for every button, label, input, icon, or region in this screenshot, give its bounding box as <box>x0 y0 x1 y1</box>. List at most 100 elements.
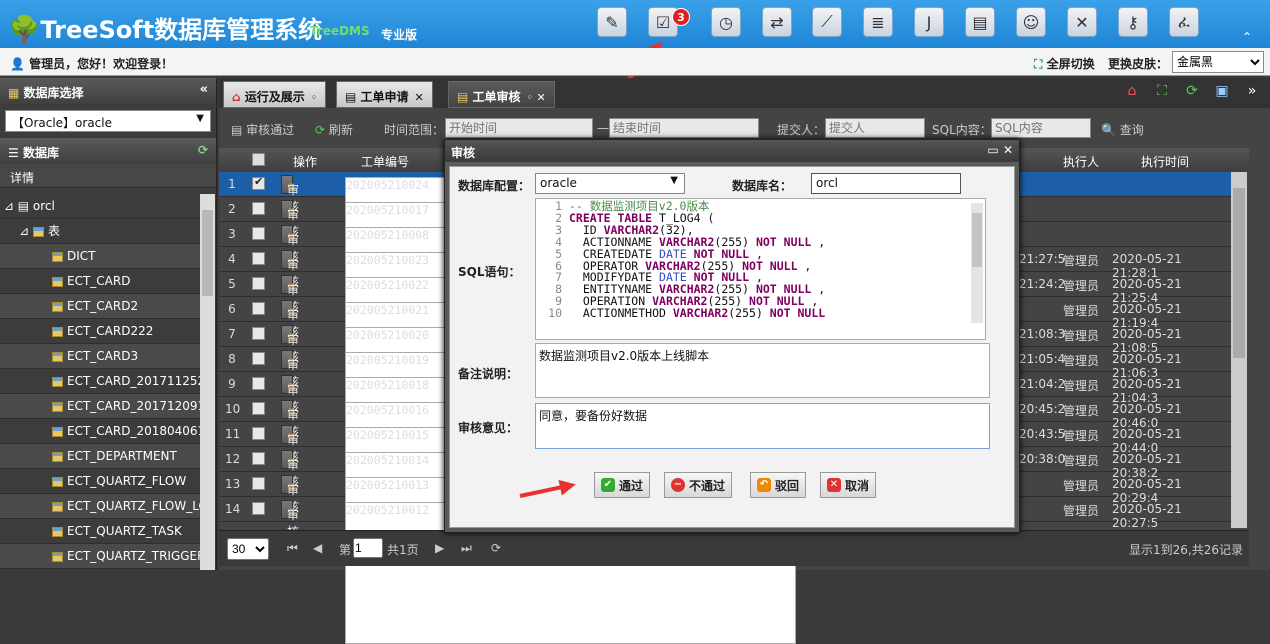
submitter-input[interactable] <box>825 118 925 138</box>
tree-table-item[interactable]: ECT_CARD3 <box>0 344 200 369</box>
tree-table-item[interactable]: ECT_CARD_2017120915 <box>0 394 200 419</box>
review-button[interactable]: ✎ 审核 <box>281 475 299 514</box>
row-checkbox[interactable] <box>252 477 265 490</box>
row-checkbox[interactable] <box>252 202 265 215</box>
grid-scrollbar[interactable] <box>1231 172 1247 528</box>
refresh-tree-icon[interactable]: ⟳ <box>198 143 208 157</box>
tree-table-item[interactable]: ECT_CARD222 <box>0 319 200 344</box>
edit-icon[interactable]: ✎ <box>597 7 627 37</box>
row-checkbox[interactable] <box>252 352 265 365</box>
chart-icon[interactable]: ⟋ <box>812 7 842 37</box>
refresh-button[interactable]: ⟳ 刷新 <box>315 121 353 138</box>
row-checkbox[interactable] <box>252 277 265 290</box>
review-button[interactable]: ✎ 审核 <box>281 400 299 439</box>
grid-scrollbar-thumb[interactable] <box>1233 188 1245 358</box>
collapse-up-icon[interactable]: ⌃ <box>1242 30 1252 44</box>
exchange-icon[interactable]: ⇄ <box>762 7 792 37</box>
reload-icon[interactable]: ⟳ <box>491 541 501 555</box>
approve-button[interactable]: ▤ 审核通过 <box>231 121 294 138</box>
key-icon[interactable]: ⚷ <box>1118 7 1148 37</box>
review-button[interactable]: ✎ 审核 <box>281 200 299 239</box>
tree-table-item[interactable]: DICT <box>0 244 200 269</box>
page-size-select[interactable]: 30 <box>227 538 269 560</box>
row-checkbox[interactable] <box>252 252 265 265</box>
java-icon[interactable]: J <box>914 7 944 37</box>
review-button[interactable]: ✎ 审核 <box>281 175 299 214</box>
tree-table-item[interactable]: ECT_QUARTZ_TASK <box>0 519 200 544</box>
close-icon[interactable]: ◦ ✕ <box>527 91 546 104</box>
sql-editor[interactable]: 1 2 3 4 5 6 7 8 9 10 -- 数据监测项目v2.0版本 CREATE TABLE… <box>535 198 986 340</box>
review-button[interactable]: ✎ 审核 <box>281 325 299 364</box>
page-input[interactable] <box>353 538 383 558</box>
tab-run-display[interactable]: ⌂ 运行及展示 ◦ <box>223 81 327 108</box>
pass-button[interactable]: ✔ 通过 <box>594 472 651 498</box>
tools-icon[interactable]: ✕ <box>1067 7 1097 37</box>
close-icon[interactable]: ✕ <box>415 91 424 104</box>
back-button[interactable]: ↶ 驳回 <box>750 472 807 498</box>
tree-table-item[interactable]: ECT_QUARTZ_TRIGGER <box>0 544 200 569</box>
remark-textarea[interactable]: 数据监测项目v2.0版本上线脚本 <box>535 343 990 398</box>
tree-table-item[interactable]: ECT_QUARTZ_FLOW <box>0 469 200 494</box>
sql-editor-scroll-thumb[interactable] <box>972 213 982 267</box>
clock-icon[interactable]: ◷ <box>711 7 741 37</box>
collapse-right-icon[interactable]: » <box>1242 83 1262 103</box>
skin-select[interactable]: 金属黑 <box>1172 51 1264 73</box>
tab-ticket-apply[interactable]: ▤ 工单申请 ✕ <box>336 81 433 108</box>
tree-table-item[interactable]: ECT_QUARTZ_FLOW_LOG <box>0 494 200 519</box>
tree-root-orcl[interactable]: ⊿ ▤ orcl <box>0 194 200 219</box>
review-button[interactable]: ✎ 审核 <box>281 250 299 289</box>
sql-input[interactable] <box>991 118 1091 138</box>
maximize-icon[interactable]: ▭ <box>987 143 998 157</box>
log-icon[interactable]: ▤ <box>965 7 995 37</box>
row-checkbox[interactable] <box>252 302 265 315</box>
collapse-left-icon[interactable]: « <box>200 82 208 97</box>
review-button[interactable]: ✎ 审核 <box>281 300 299 339</box>
review-button[interactable]: ✎ 审核 <box>281 350 299 389</box>
start-time-input[interactable] <box>445 118 593 138</box>
review-button[interactable]: ✎ 审核 <box>281 500 299 539</box>
tree-table-item[interactable]: ECT_CARD_2017112522 <box>0 369 200 394</box>
last-page-icon[interactable]: ⏭ <box>461 541 472 556</box>
row-checkbox[interactable] <box>252 227 265 240</box>
left-scrollbar[interactable] <box>200 194 215 570</box>
prev-page-icon[interactable]: ◀ <box>313 541 322 555</box>
detail-row[interactable]: 详情 <box>0 164 216 188</box>
review-button[interactable]: ✎ 审核 <box>281 425 299 464</box>
row-checkbox[interactable] <box>252 402 265 415</box>
query-button[interactable]: 🔍 查询 <box>1101 121 1144 138</box>
db-name-input[interactable]: orcl <box>811 173 961 194</box>
db-select-dropdown[interactable]: 【Oracle】oracle ▼ <box>5 110 211 132</box>
cancel-button[interactable]: ✕ 取消 <box>820 472 877 498</box>
sql-editor-scrollbar[interactable] <box>971 203 983 323</box>
row-checkbox[interactable] <box>252 452 265 465</box>
tree-table-item[interactable]: ECT_CARD2 <box>0 294 200 319</box>
db-config-select[interactable]: oracle ▼ <box>535 173 685 194</box>
review-button[interactable]: ✎ 审核 <box>281 450 299 489</box>
user-icon[interactable]: ☺ <box>1016 7 1046 37</box>
reject-button[interactable]: − 不通过 <box>664 472 733 498</box>
fullscreen-icon[interactable]: ⛶ <box>1152 83 1172 103</box>
row-checkbox[interactable] <box>252 502 265 515</box>
runner-icon[interactable]: ፈ <box>1169 7 1199 37</box>
tab-ticket-review[interactable]: ▤ 工单审核 ◦ ✕ <box>448 81 555 108</box>
left-scrollbar-thumb[interactable] <box>202 210 213 296</box>
row-checkbox[interactable] <box>252 427 265 440</box>
row-checkbox[interactable]: ✔ <box>252 175 265 190</box>
refresh-icon[interactable]: ⟳ <box>1182 83 1202 103</box>
window-icon[interactable]: ▣ <box>1212 83 1232 103</box>
tab-option-icon[interactable]: ◦ <box>311 91 318 104</box>
close-icon[interactable]: ✕ <box>1003 143 1013 157</box>
first-page-icon[interactable]: ⏮ <box>287 541 298 556</box>
review-button[interactable]: ✎ 审核 <box>281 225 299 264</box>
row-checkbox[interactable] <box>252 377 265 390</box>
review-button[interactable]: ✎ 审核 <box>281 275 299 314</box>
database-icon[interactable]: ≣ <box>863 7 893 37</box>
tree-table-item[interactable]: ECT_DEPARTMENT <box>0 444 200 469</box>
tree-tables-node[interactable]: ⊿ 表 <box>0 219 200 244</box>
select-all-checkbox[interactable] <box>252 153 265 166</box>
tree-table-item[interactable]: ECT_CARD <box>0 269 200 294</box>
review-button[interactable]: ✎ 审核 <box>281 375 299 414</box>
opinion-textarea[interactable]: 同意，要备份好数据 <box>535 403 990 449</box>
fullscreen-toggle[interactable]: ⛶ 全屏切换 <box>1034 55 1095 72</box>
end-time-input[interactable] <box>609 118 759 138</box>
